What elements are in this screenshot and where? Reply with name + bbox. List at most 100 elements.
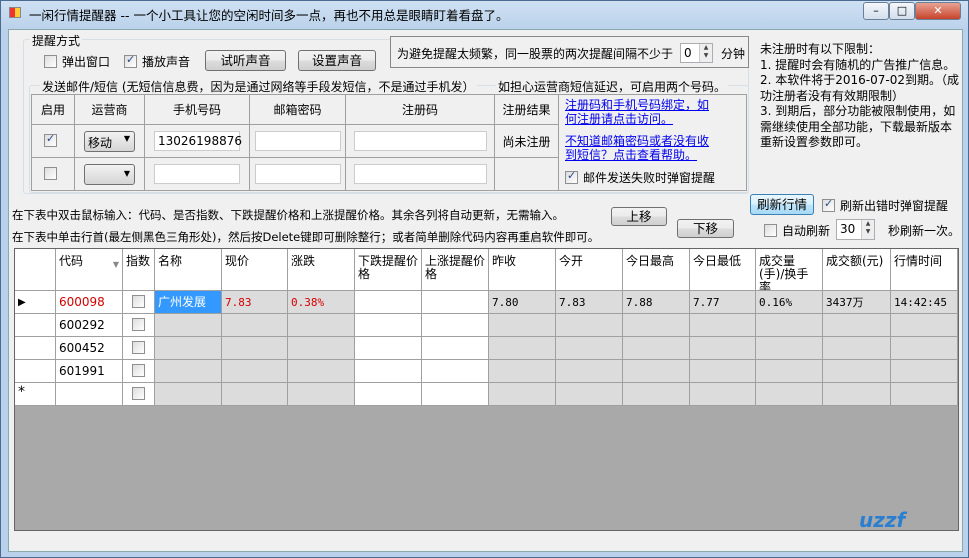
column-header-down-alert[interactable]: 下跌提醒价格 xyxy=(355,249,422,291)
interval-spinner[interactable]: 0 ▲ ▼ xyxy=(680,43,713,63)
email-password-input[interactable] xyxy=(254,131,341,151)
row-header[interactable]: * xyxy=(15,383,56,406)
cell-time xyxy=(891,383,958,406)
cell-volume xyxy=(756,337,823,360)
column-header-volume[interactable]: 成交量(手)/换手率 xyxy=(756,249,823,291)
row-header-corner xyxy=(15,249,56,291)
index-checkbox[interactable] xyxy=(132,318,145,331)
auto-refresh-label: 自动刷新 xyxy=(782,224,831,238)
cell-down-alert[interactable] xyxy=(355,360,422,383)
column-header-amount[interactable]: 成交额(元) xyxy=(823,249,891,291)
register-link[interactable]: 注册码和手机号码绑定，如何注册请点击访问。 xyxy=(565,98,715,126)
cell-volume: 0.16% xyxy=(756,291,823,314)
row-header[interactable] xyxy=(15,360,56,383)
minimize-button[interactable]: – xyxy=(863,2,889,20)
interval-box: 为避免提醒太频繁，同一股票的两次提醒间隔不少于 0 ▲ ▼ 分钟 xyxy=(390,36,749,68)
row-header[interactable]: ▶ xyxy=(15,291,56,314)
cell-code[interactable]: 601991 xyxy=(56,360,123,383)
column-header-low[interactable]: 今日最低 xyxy=(690,249,756,291)
index-checkbox[interactable] xyxy=(132,295,145,308)
spinner-arrows-icon[interactable]: ▲ ▼ xyxy=(699,44,712,62)
cell-down-alert[interactable] xyxy=(355,337,422,360)
column-header-time[interactable]: 行情时间 xyxy=(891,249,958,291)
cell-is-index[interactable] xyxy=(123,291,155,314)
preview-sound-button[interactable]: 试听声音 xyxy=(205,50,286,71)
index-checkbox[interactable] xyxy=(132,387,145,400)
column-header-price[interactable]: 现价 xyxy=(222,249,288,291)
cell-time xyxy=(891,337,958,360)
cell-up-alert[interactable] xyxy=(422,314,489,337)
refresh-seconds-value: 30 xyxy=(840,222,856,236)
cell-amount xyxy=(823,337,891,360)
instruction-line-1: 在下表中双击鼠标输入：代码、是否指数、下跌提醒价格和上涨提醒价格。其余各列将自动… xyxy=(12,208,564,222)
fail-popup-checkbox[interactable]: 邮件发送失败时弹窗提醒 xyxy=(565,169,740,185)
cell-prev-close xyxy=(489,314,556,337)
row-header[interactable] xyxy=(15,314,56,337)
cell-up-alert[interactable] xyxy=(422,383,489,406)
stock-grid[interactable]: 代码 ▼ 指数 名称 现价 涨跌 下跌提醒价格 上涨提醒价格 昨收 今开 今日最高 今日最低 成交量(手… xyxy=(14,248,959,531)
cell-is-index[interactable] xyxy=(123,360,155,383)
cell-code[interactable]: 600452 xyxy=(56,337,123,360)
maximize-button[interactable]: □ xyxy=(889,2,915,20)
row-header[interactable] xyxy=(15,337,56,360)
cell-code[interactable]: 600292 xyxy=(56,314,123,337)
column-header-high[interactable]: 今日最高 xyxy=(623,249,690,291)
move-down-button[interactable]: 下移 xyxy=(677,219,734,238)
carrier-value: 移动 xyxy=(88,135,113,150)
cell-is-index[interactable] xyxy=(123,314,155,337)
reg-result xyxy=(494,157,559,191)
spinner-arrows-icon[interactable]: ▲ ▼ xyxy=(861,220,874,239)
email-password-input[interactable] xyxy=(254,164,341,184)
cell-down-alert[interactable] xyxy=(355,383,422,406)
phone-input[interactable] xyxy=(154,164,240,184)
cell-up-alert[interactable] xyxy=(422,291,489,314)
enable-checkbox[interactable] xyxy=(44,132,57,147)
checkbox-icon xyxy=(44,55,57,68)
carrier-select[interactable]: 移动 ▼ xyxy=(84,130,135,152)
cell-code[interactable]: 600098 xyxy=(56,291,123,314)
cell-prev-close xyxy=(489,383,556,406)
refresh-seconds-spinner[interactable]: 30 ▲ ▼ xyxy=(836,219,875,240)
cell-down-alert[interactable] xyxy=(355,314,422,337)
reg-code-input[interactable] xyxy=(353,131,487,151)
column-header-up-alert[interactable]: 上涨提醒价格 xyxy=(422,249,489,291)
enable-checkbox[interactable] xyxy=(44,167,57,180)
move-up-button[interactable]: 上移 xyxy=(611,207,667,226)
close-button[interactable]: ✕ xyxy=(915,2,961,20)
set-sound-button[interactable]: 设置声音 xyxy=(298,50,376,71)
popup-checkbox[interactable]: 弹出窗口 xyxy=(44,53,110,70)
help-link[interactable]: 不知道邮箱密码或者没有收到短信？点击查看帮助。 xyxy=(565,134,715,162)
cell-down-alert[interactable] xyxy=(355,291,422,314)
column-header-is-index[interactable]: 指数 xyxy=(123,249,155,291)
phone-input[interactable]: 13026198876 xyxy=(154,131,242,151)
refresh-button[interactable]: 刷新行情 xyxy=(750,194,814,215)
column-header-code[interactable]: 代码 ▼ xyxy=(56,249,123,291)
column-header-open[interactable]: 今开 xyxy=(556,249,623,291)
column-header-change[interactable]: 涨跌 xyxy=(288,249,355,291)
cell-is-index[interactable] xyxy=(123,337,155,360)
cell-prev-close: 7.80 xyxy=(489,291,556,314)
popup-label: 弹出窗口 xyxy=(62,55,111,69)
cell-name xyxy=(155,383,222,406)
cell-up-alert[interactable] xyxy=(422,360,489,383)
checkbox-icon xyxy=(822,197,835,212)
cell-is-index[interactable] xyxy=(123,383,155,406)
checkbox-icon xyxy=(565,169,578,184)
cell-price xyxy=(222,337,288,360)
auto-refresh-checkbox[interactable]: 自动刷新 xyxy=(764,222,830,239)
cell-up-alert[interactable] xyxy=(422,337,489,360)
notice-title: 未注册时有以下限制： xyxy=(760,42,881,56)
index-checkbox[interactable] xyxy=(132,341,145,354)
carrier-select[interactable]: ▼ xyxy=(84,163,135,185)
index-checkbox[interactable] xyxy=(132,364,145,377)
column-header-name[interactable]: 名称 xyxy=(155,249,222,291)
reg-code-input[interactable] xyxy=(353,164,487,184)
cell-price xyxy=(222,314,288,337)
column-header-prev-close[interactable]: 昨收 xyxy=(489,249,556,291)
error-popup-checkbox[interactable]: 刷新出错时弹窗提醒 xyxy=(822,197,948,214)
cell-change: 0.38% xyxy=(288,291,355,314)
cell-price: 7.83 xyxy=(222,291,288,314)
cell-code[interactable] xyxy=(56,383,123,406)
cell-volume xyxy=(756,360,823,383)
sound-checkbox[interactable]: 播放声音 xyxy=(124,53,190,70)
